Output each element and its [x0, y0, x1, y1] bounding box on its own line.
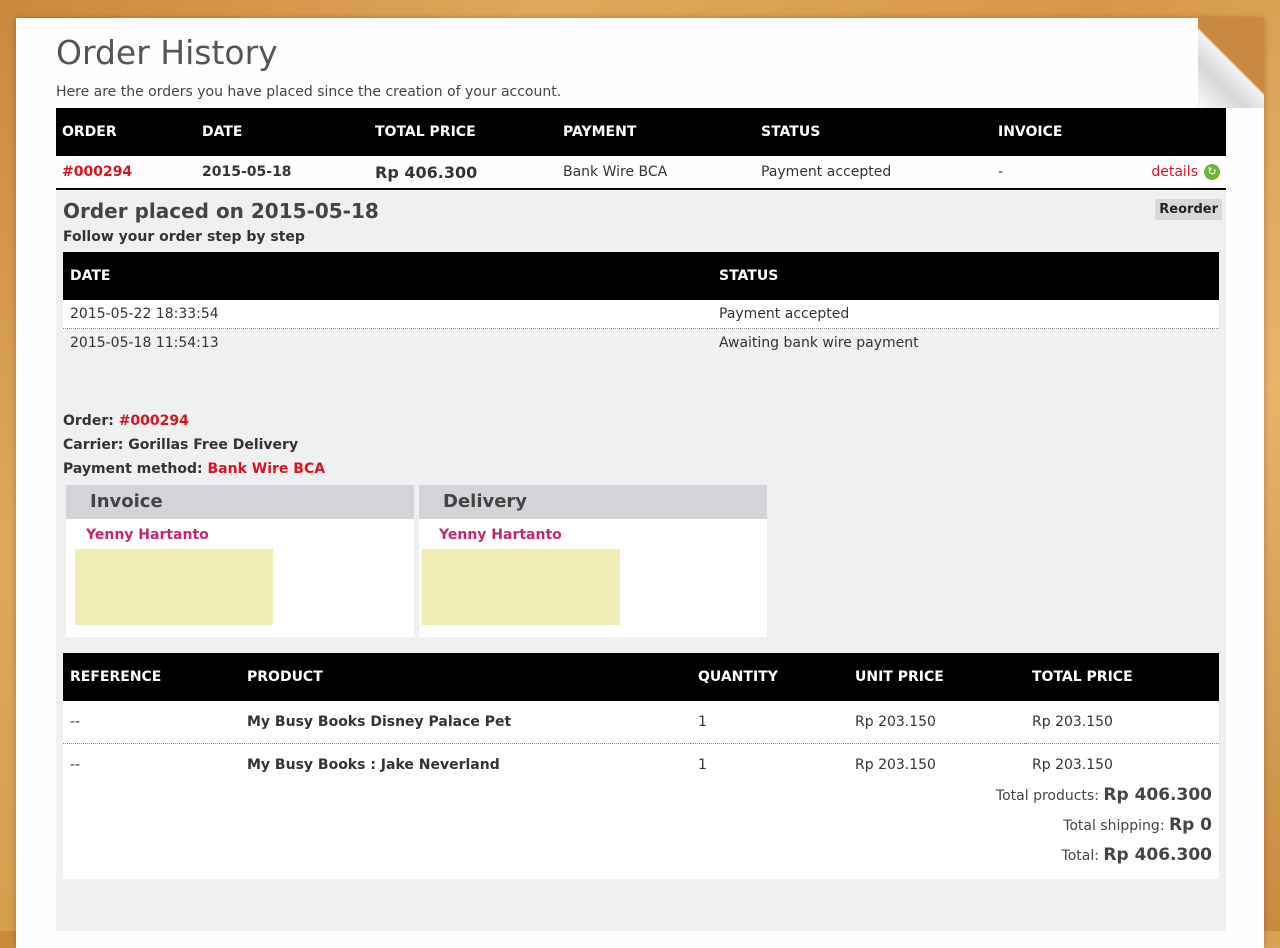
order-reference-line: Order: #000294: [63, 413, 189, 429]
col-unit-price: UNIT PRICE: [848, 653, 1025, 701]
col-invoice: INVOICE: [992, 108, 1106, 156]
steps-header: DATE STATUS: [63, 252, 1219, 300]
product-row: -- My Busy Books : Jake Neverland 1 Rp 2…: [63, 743, 1219, 786]
step-date: 2015-05-18 11:54:13: [70, 335, 219, 351]
grand-total-line: Total: Rp 406.300: [1062, 845, 1212, 865]
step-status: Payment accepted: [712, 300, 1219, 329]
product-total-price: Rp 203.150: [1025, 743, 1219, 786]
product-quantity: 1: [691, 701, 848, 744]
order-invoice: -: [992, 156, 1106, 190]
product-reference: --: [63, 743, 240, 786]
page-curl-decoration: [1198, 18, 1264, 108]
invoice-address-redacted: [75, 549, 273, 625]
grand-total-label: Total:: [1061, 848, 1104, 864]
grand-total-value: Rp 406.300: [1103, 845, 1212, 865]
step-row: 2015-05-18 11:54:13 Awaiting bank wire p…: [63, 329, 1219, 358]
col-reference: REFERENCE: [63, 653, 240, 701]
step-date: 2015-05-22 18:33:54: [63, 300, 712, 329]
total-products-value: Rp 406.300: [1103, 785, 1212, 805]
refresh-icon[interactable]: ↻: [1204, 164, 1220, 180]
product-name: My Busy Books Disney Palace Pet: [240, 701, 691, 744]
total-shipping-label: Total shipping:: [1063, 818, 1169, 834]
col-product: PRODUCT: [240, 653, 691, 701]
step-row: 2015-05-22 18:33:54 Payment accepted: [63, 300, 1219, 329]
invoice-address-name: Yenny Hartanto: [86, 527, 209, 543]
total-shipping-line: Total shipping: Rp 0: [1063, 815, 1212, 835]
delivery-address-box: Delivery Yenny Hartanto: [419, 485, 767, 637]
order-row[interactable]: #000294 2015-05-18 Rp 406.300 Bank Wire …: [56, 156, 1226, 190]
details-link[interactable]: details: [1151, 164, 1198, 180]
order-date: 2015-05-18: [196, 156, 369, 190]
product-unit-price: Rp 203.150: [848, 743, 1025, 786]
product-total-price: Rp 203.150: [1025, 701, 1219, 744]
page-intro: Here are the orders you have placed sinc…: [56, 84, 562, 100]
col-date: DATE: [196, 108, 369, 156]
order-placed-title: Order placed on 2015-05-18: [63, 199, 379, 223]
page-title: Order History: [56, 33, 278, 72]
col-total-price: TOTAL PRICE: [369, 108, 557, 156]
invoice-address-box: Invoice Yenny Hartanto: [66, 485, 414, 637]
order-status: Payment accepted: [755, 156, 992, 190]
total-products-line: Total products: Rp 406.300: [996, 785, 1212, 805]
products-table: REFERENCE PRODUCT QUANTITY UNIT PRICE TO…: [63, 653, 1219, 786]
order-history-header: ORDER DATE TOTAL PRICE PAYMENT STATUS IN…: [56, 108, 1226, 156]
delivery-address-name: Yenny Hartanto: [439, 527, 562, 543]
reorder-button[interactable]: Reorder: [1155, 199, 1222, 220]
product-row: -- My Busy Books Disney Palace Pet 1 Rp …: [63, 701, 1219, 744]
col-actions: [1105, 108, 1226, 156]
order-label: Order:: [63, 413, 119, 429]
order-reference-link[interactable]: #000294: [56, 156, 196, 190]
products-header: REFERENCE PRODUCT QUANTITY UNIT PRICE TO…: [63, 653, 1219, 701]
delivery-address-redacted: [422, 549, 620, 625]
order-steps-table: DATE STATUS 2015-05-22 18:33:54 Payment …: [63, 252, 1219, 357]
payment-value: Bank Wire BCA: [207, 461, 326, 477]
payment-label: Payment method:: [63, 461, 208, 477]
col-product-total: TOTAL PRICE: [1025, 653, 1219, 701]
order-detail-panel: Order placed on 2015-05-18 Reorder Follo…: [56, 191, 1226, 931]
product-reference: --: [63, 701, 240, 744]
follow-steps-label: Follow your order step by step: [63, 229, 305, 245]
product-quantity: 1: [691, 743, 848, 786]
order-payment: Bank Wire BCA: [557, 156, 755, 190]
product-name: My Busy Books : Jake Neverland: [240, 743, 691, 786]
order-totals: Total products: Rp 406.300 Total shippin…: [63, 783, 1219, 879]
col-quantity: QUANTITY: [691, 653, 848, 701]
payment-method-line: Payment method: Bank Wire BCA: [63, 461, 325, 477]
order-history-table: ORDER DATE TOTAL PRICE PAYMENT STATUS IN…: [56, 108, 1226, 190]
details-cell: details ↻: [1105, 156, 1226, 190]
order-total: Rp 406.300: [369, 156, 557, 190]
invoice-address-title: Invoice: [66, 485, 414, 519]
page-container: Order History Here are the orders you ha…: [16, 18, 1264, 948]
delivery-address-title: Delivery: [419, 485, 767, 519]
col-payment: PAYMENT: [557, 108, 755, 156]
col-order: ORDER: [56, 108, 196, 156]
order-value: #000294: [118, 413, 189, 429]
total-shipping-value: Rp 0: [1168, 815, 1212, 835]
steps-col-date: DATE: [63, 252, 712, 300]
carrier-line: Carrier: Gorillas Free Delivery: [63, 437, 299, 453]
step-status: Awaiting bank wire payment: [719, 335, 919, 351]
total-products-label: Total products:: [995, 788, 1104, 804]
steps-col-status: STATUS: [712, 252, 1219, 300]
col-status: STATUS: [755, 108, 992, 156]
product-unit-price: Rp 203.150: [848, 701, 1025, 744]
